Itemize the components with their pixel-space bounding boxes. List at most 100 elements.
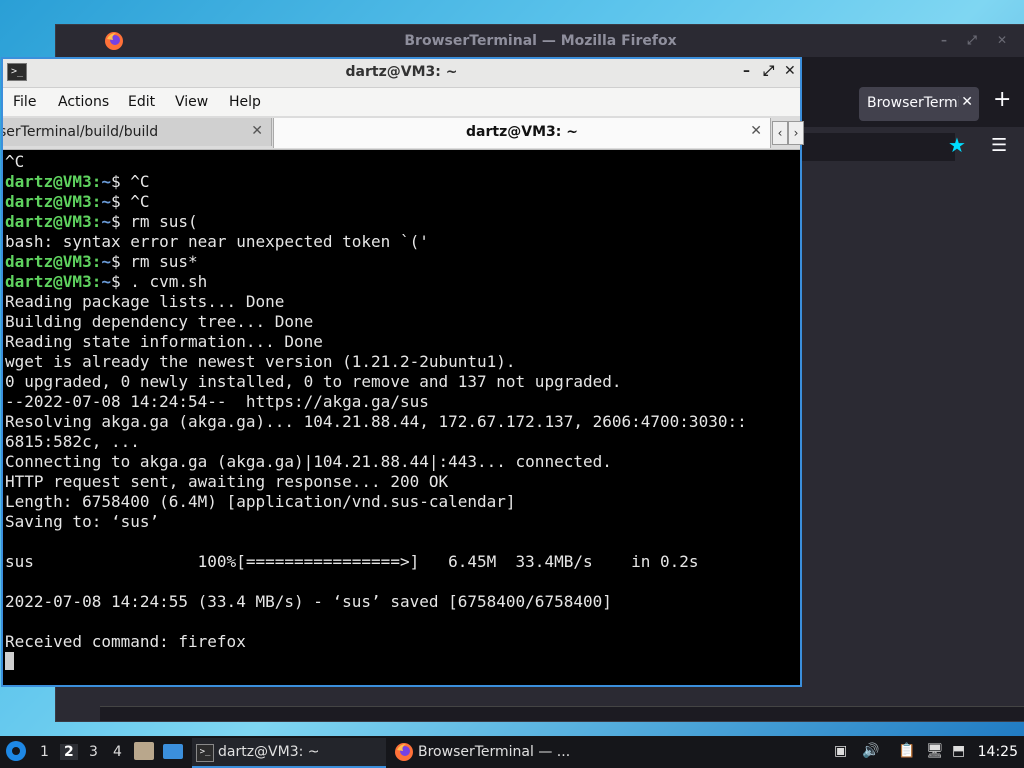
terminal-output-line: HTTP request sent, awaiting response... … [5, 472, 449, 491]
terminal-prompt-line: dartz@VM3:~$ . cvm.sh [5, 272, 800, 292]
prompt-symbol: $ [110, 192, 131, 211]
taskbar: 1 2 3 4 >_ dartz@VM3: ~ BrowserTerminal … [0, 736, 1024, 768]
volume-icon[interactable]: 🔊 [862, 743, 879, 759]
taskbar-item-firefox[interactable]: BrowserTerminal — ... [392, 738, 588, 766]
terminal-output-line: Received command: firefox [5, 632, 246, 651]
prompt-path: ~ [101, 172, 111, 191]
terminal-tab-label: serTerminal/build/build [3, 124, 159, 140]
prompt-user: dartz@VM3: [5, 272, 102, 291]
firefox-window-controls[interactable]: – ⤢ ✕ [941, 33, 1015, 48]
workspace-2[interactable]: 2 [60, 744, 78, 760]
firefox-titlebar[interactable]: BrowserTerminal — Mozilla Firefox – ⤢ ✕ [56, 25, 1024, 57]
prompt-path: ~ [101, 192, 111, 211]
prompt-symbol: $ [110, 212, 131, 231]
bookmark-star-icon[interactable]: ★ [948, 133, 966, 157]
desktop-icon[interactable] [163, 744, 183, 759]
terminal-tab-bar: serTerminal/build/build ✕ dartz@VM3: ~ ✕… [3, 116, 804, 150]
prompt-user: dartz@VM3: [5, 252, 102, 271]
command-text: . cvm.sh [130, 272, 208, 291]
terminal-tab-build[interactable]: serTerminal/build/build ✕ [3, 118, 272, 146]
taskbar-item-terminal[interactable]: >_ dartz@VM3: ~ [192, 738, 386, 768]
prompt-symbol: $ [110, 272, 131, 291]
menu-edit[interactable]: Edit [128, 94, 155, 110]
clock: 14:25 [977, 744, 1018, 760]
terminal-window-title: dartz@VM3: ~ [345, 64, 458, 80]
terminal-output[interactable]: ^C dartz@VM3:~$ ^C dartz@VM3:~$ ^C dartz@VM… [5, 152, 800, 685]
clipboard-icon[interactable]: 📋 [898, 743, 915, 759]
command-text: rm sus( [130, 212, 198, 231]
firefox-window-title: BrowserTerminal — Mozilla Firefox [404, 33, 677, 49]
terminal-output-line: Reading package lists... Done [5, 292, 285, 311]
terminal-prompt-line: dartz@VM3:~$ ^C [5, 192, 800, 212]
command-text: ^C [130, 192, 150, 211]
terminal-titlebar[interactable]: >_ dartz@VM3: ~ – ⤢ ✕ [3, 59, 800, 88]
workspace-3[interactable]: 3 [89, 744, 98, 760]
menu-actions[interactable]: Actions [58, 94, 109, 110]
terminal-icon: >_ [196, 744, 214, 762]
terminal-output-line: Saving to: ‘sus’ [5, 512, 160, 531]
terminal-prompt-line: dartz@VM3:~$ ^C [5, 172, 800, 192]
maximize-button[interactable]: ⤢ [763, 63, 774, 79]
prompt-symbol: $ [110, 252, 131, 271]
firefox-icon [395, 743, 413, 761]
close-button[interactable]: ✕ [784, 63, 796, 79]
terminal-output-line: ^C [5, 152, 25, 171]
prompt-user: dartz@VM3: [5, 192, 102, 211]
firefox-tab-label: BrowserTerminal [867, 95, 959, 111]
command-text: rm sus* [130, 252, 198, 271]
menu-file[interactable]: File [13, 94, 36, 110]
task-label: BrowserTerminal — ... [418, 744, 571, 760]
task-label: dartz@VM3: ~ [218, 744, 320, 760]
terminal-output-line: Building dependency tree... Done [5, 312, 314, 331]
terminal-output-line: Length: 6758400 (6.4M) [application/vnd.… [5, 492, 516, 511]
new-tab-button[interactable]: + [993, 87, 1011, 112]
network-icon[interactable]: 🖥 [926, 743, 944, 759]
minimize-button[interactable]: – [743, 63, 750, 79]
terminal-output-line: Connecting to akga.ga (akga.ga)|104.21.8… [5, 452, 612, 471]
terminal-cursor-line [5, 652, 800, 672]
prompt-path: ~ [101, 252, 111, 271]
terminal-output-line: 6815:582c, ... [5, 432, 140, 451]
text-cursor [5, 652, 14, 670]
close-icon[interactable]: ✕ [961, 94, 973, 110]
terminal-output-line: sus 100%[================>] 6.45M 33.4MB… [5, 552, 699, 571]
terminal-menubar: File Actions Edit View Help [3, 88, 800, 116]
command-text: ^C [130, 172, 150, 191]
terminal-output-line: wget is already the newest version (1.21… [5, 352, 516, 371]
notification-icon[interactable]: ▣ [834, 743, 847, 759]
terminal-tab-label: dartz@VM3: ~ [466, 124, 578, 140]
system-tray: ▣ 🔊 📋 🖥 ⬒ 14:25 [824, 736, 1024, 768]
terminal-prompt-line: dartz@VM3:~$ rm sus( [5, 212, 800, 232]
terminal-output-line: Reading state information... Done [5, 332, 323, 351]
prompt-user: dartz@VM3: [5, 172, 102, 191]
prompt-symbol: $ [110, 172, 131, 191]
menu-help[interactable]: Help [229, 94, 261, 110]
hamburger-menu-icon[interactable]: ☰ [991, 135, 1007, 156]
terminal-output-line: --2022-07-08 14:24:54-- https://akga.ga/… [5, 392, 429, 411]
terminal-output-line: bash: syntax error near unexpected token… [5, 232, 429, 251]
terminal-output-line: 0 upgraded, 0 newly installed, 0 to remo… [5, 372, 622, 391]
terminal-prompt-line: dartz@VM3:~$ rm sus* [5, 252, 800, 272]
file-manager-icon[interactable] [134, 742, 154, 760]
firefox-status-strip [100, 706, 1024, 721]
terminal-output-line: 2022-07-08 14:24:55 (33.4 MB/s) - ‘sus’ … [5, 592, 612, 611]
terminal-tab-home[interactable]: dartz@VM3: ~ ✕ [273, 118, 771, 148]
close-icon[interactable]: ✕ [251, 123, 263, 139]
terminal-output-line: Resolving akga.ga (akga.ga)... 104.21.88… [5, 412, 747, 431]
terminal-window[interactable]: >_ dartz@VM3: ~ – ⤢ ✕ File Actions Edit … [1, 57, 804, 687]
updates-icon[interactable]: ⬒ [952, 743, 965, 759]
menu-view[interactable]: View [175, 94, 208, 110]
prompt-path: ~ [101, 272, 111, 291]
firefox-tab[interactable]: BrowserTerminal ✕ [859, 87, 979, 121]
workspace-1[interactable]: 1 [40, 744, 49, 760]
tab-scroll-left-button[interactable]: ‹ [772, 121, 788, 145]
app-menu-icon[interactable] [6, 741, 26, 761]
prompt-path: ~ [101, 212, 111, 231]
workspace-4[interactable]: 4 [113, 744, 122, 760]
prompt-user: dartz@VM3: [5, 212, 102, 231]
close-icon[interactable]: ✕ [750, 123, 762, 139]
tab-scroll-right-button[interactable]: › [788, 121, 804, 145]
